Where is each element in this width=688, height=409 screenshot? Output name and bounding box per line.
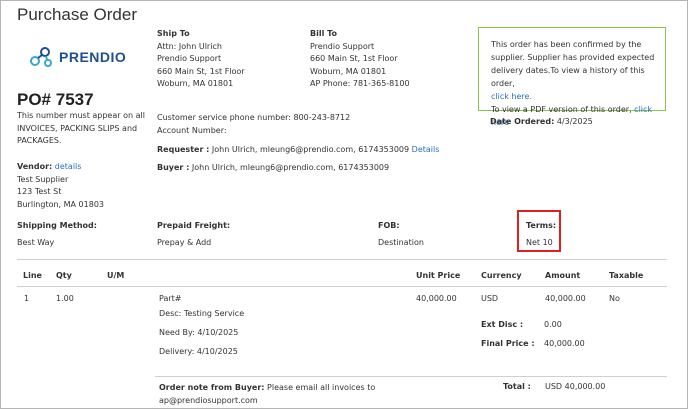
requester-details-link[interactable]: Details bbox=[412, 145, 440, 154]
history-link[interactable]: click here. bbox=[491, 90, 665, 103]
date-ordered-value: 4/3/2025 bbox=[556, 117, 593, 126]
po-note-line: This number must appear on all bbox=[17, 111, 145, 120]
row-line: 1 bbox=[24, 294, 30, 303]
po-note-line: INVOICES, PACKING SLIPS and bbox=[17, 123, 138, 133]
col-header-um: U/M bbox=[107, 271, 125, 280]
vendor-details-link[interactable]: details bbox=[55, 162, 82, 171]
confirmation-box: This order has been confirmed by the sup… bbox=[478, 27, 666, 127]
ship-to-label: Ship To bbox=[157, 29, 190, 38]
buyer-label: Buyer : bbox=[157, 163, 190, 172]
date-ordered: Date Ordered: 4/3/2025 bbox=[490, 117, 593, 126]
page-title: Purchase Order bbox=[17, 5, 137, 24]
ship-to-block: Ship To Attn: John Ulrich Prendio Suppor… bbox=[157, 28, 245, 91]
prepaid-freight-label: Prepaid Freight: bbox=[157, 221, 231, 230]
col-header-taxable: Taxable bbox=[609, 271, 644, 280]
customer-service-phone: Customer service phone number: 800-243-8… bbox=[157, 113, 351, 122]
row-desc: Desc: Testing Service bbox=[159, 309, 245, 318]
confirmation-line: delivery dates.To view a history of this… bbox=[491, 66, 645, 88]
prendio-logo: PRENDIO bbox=[29, 45, 149, 71]
vendor-block: Vendor: details Test Supplier 123 Test S… bbox=[17, 161, 104, 211]
total-label: Total : bbox=[503, 382, 531, 391]
row-amount: 40,000.00 bbox=[545, 294, 586, 303]
col-header-unit-price: Unit Price bbox=[416, 271, 461, 280]
ship-to-line: Prendio Support bbox=[157, 54, 222, 63]
account-number: Account Number: bbox=[157, 125, 227, 135]
col-header-currency: Currency bbox=[481, 271, 522, 280]
ext-disc-label: Ext Disc : bbox=[481, 320, 524, 329]
logo-text: PRENDIO bbox=[59, 49, 127, 65]
bill-to-line: AP Phone: 781-365-8100 bbox=[310, 79, 410, 88]
row-currency: USD bbox=[481, 294, 499, 303]
row-unit-price: 40,000.00 bbox=[416, 294, 457, 303]
row-qty: 1.00 bbox=[56, 294, 74, 303]
fob-value: Destination bbox=[378, 238, 424, 247]
final-price-label: Final Price : bbox=[481, 339, 535, 348]
col-header-line: Line bbox=[23, 271, 42, 280]
col-header-qty: Qty bbox=[56, 271, 72, 280]
vendor-line: Burlington, MA 01803 bbox=[17, 199, 104, 209]
customer-service-block: Customer service phone number: 800-243-8… bbox=[157, 112, 350, 137]
prendio-logo-icon bbox=[30, 47, 52, 67]
vendor-label: Vendor: bbox=[17, 162, 53, 171]
order-note-label: Order note from Buyer: bbox=[159, 383, 265, 392]
bill-to-line: Woburn, MA 01801 bbox=[310, 66, 387, 76]
order-note-line1: Please email all invoices to bbox=[267, 383, 376, 392]
buyer-value: John Ulrich, mleung6@prendio.com, 617435… bbox=[191, 163, 390, 172]
order-note-line2: ap@prendiosupport.com bbox=[159, 395, 258, 405]
bill-to-label: Bill To bbox=[310, 29, 337, 38]
row-delivery: Delivery: 4/10/2025 bbox=[159, 347, 238, 356]
prepaid-freight-value: Prepay & Add bbox=[157, 238, 212, 247]
bill-to-block: Bill To Prendio Support 660 Main St, 1st… bbox=[310, 28, 410, 91]
requester-label: Requester : bbox=[157, 145, 210, 154]
buyer-row: Buyer : John Ulrich, mleung6@prendio.com… bbox=[157, 163, 389, 172]
requester-value: John Ulrich, mleung6@prendio.com, 617435… bbox=[211, 145, 410, 154]
requester-row: Requester : John Ulrich, mleung6@prendio… bbox=[157, 145, 439, 154]
row-need-by: Need By: 4/10/2025 bbox=[159, 328, 239, 337]
confirmation-line: This order has been confirmed by the bbox=[491, 40, 642, 49]
ship-to-line: Attn: John Ulrich bbox=[157, 41, 222, 51]
col-header-amount: Amount bbox=[545, 271, 581, 280]
fob-label: FOB: bbox=[378, 221, 400, 230]
po-number: PO# 7537 bbox=[17, 90, 94, 109]
order-note: Order note from Buyer: Please email all … bbox=[159, 382, 375, 407]
row-part: Part# bbox=[159, 294, 182, 303]
date-ordered-label: Date Ordered: bbox=[490, 117, 555, 126]
terms-highlight-box bbox=[517, 210, 561, 252]
po-note-line: PACKAGES. bbox=[17, 136, 62, 145]
shipping-method-value: Best Way bbox=[17, 238, 55, 247]
bill-to-line: Prendio Support bbox=[310, 41, 375, 51]
vendor-line: 123 Test St bbox=[17, 187, 62, 196]
po-note: This number must appear on all INVOICES,… bbox=[17, 110, 145, 148]
ext-disc-value: 0.00 bbox=[544, 320, 562, 329]
shipping-method-label: Shipping Method: bbox=[17, 221, 97, 230]
confirmation-line: supplier. Supplier has provided expected bbox=[491, 53, 655, 62]
row-taxable: No bbox=[609, 294, 620, 303]
final-price-value: 40,000.00 bbox=[544, 339, 585, 348]
bill-to-line: 660 Main St, 1st Floor bbox=[310, 54, 398, 63]
ship-to-line: Woburn, MA 01801 bbox=[157, 79, 234, 88]
footer-divider bbox=[155, 376, 667, 377]
table-header-divider bbox=[17, 286, 667, 287]
total-value: USD 40,000.00 bbox=[545, 382, 606, 391]
ship-to-line: 660 Main St, 1st Floor bbox=[157, 66, 245, 76]
pdf-text: To view a PDF version of this order, bbox=[491, 105, 632, 114]
table-top-divider bbox=[17, 259, 667, 260]
vendor-line: Test Supplier bbox=[17, 174, 69, 184]
